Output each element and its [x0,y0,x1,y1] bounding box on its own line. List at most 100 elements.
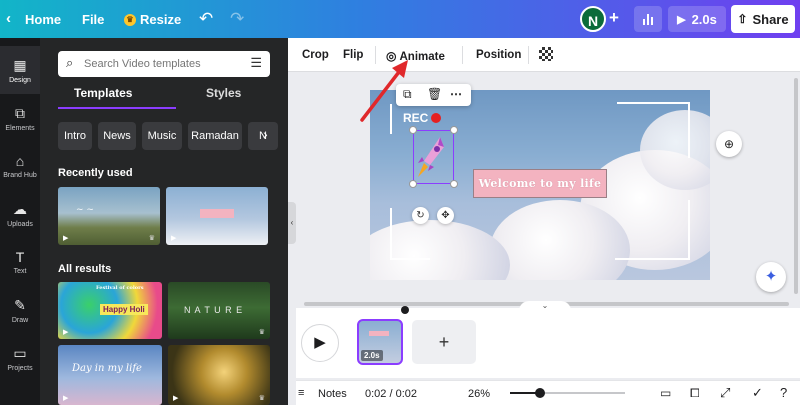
frame-corner [390,208,392,258]
rail-item-design[interactable]: ▦ Design [0,46,40,94]
chip-music[interactable]: Music [142,122,182,150]
frame-corner [617,102,689,104]
tab-styles[interactable]: Styles [206,86,241,100]
thumb-text: N A T U R E [184,305,244,315]
notes-icon[interactable]: ≡ [298,387,304,399]
template-thumb-holi[interactable]: Festival of colors Happy Holi ▶ [58,282,162,339]
resize-handle[interactable] [409,180,417,188]
template-thumb-nature[interactable]: N A T U R E ♛ [168,282,270,339]
rail-item-uploads[interactable]: ☁ Uploads [0,190,40,238]
resize-handle[interactable] [409,126,417,134]
selected-rocket-element[interactable] [413,130,454,184]
rail-item-elements[interactable]: ⧉ Elements [0,94,40,142]
insights-button[interactable] [634,6,662,32]
toolbar-divider [528,46,529,64]
add-collaborator-icon[interactable]: + [609,8,619,28]
filter-icon[interactable]: ☰ [250,55,262,71]
clip-duration: 2.0s [361,350,383,361]
rail-item-brand-hub[interactable]: ⌂ Brand Hub [0,142,40,190]
zoom-percentage[interactable]: 26% [468,388,490,400]
search-input[interactable] [84,55,244,73]
all-results-title: All results [58,263,112,275]
help-icon[interactable]: ? [780,385,787,400]
play-icon: ▶ [171,235,177,242]
add-comment-icon[interactable]: ⊕ [716,131,742,157]
avatar[interactable]: N [580,6,606,32]
collapse-panel-handle[interactable]: ‹ [288,202,296,244]
rail-item-projects[interactable]: ▭ Projects [0,334,40,382]
rail-item-label: Elements [5,124,35,132]
rail-item-label: Text [13,268,27,275]
chevron-right-icon[interactable]: › [263,126,280,146]
rail-item-label: Draw [11,316,29,324]
fullscreen-icon[interactable]: ⤢ [720,385,730,401]
chip-news[interactable]: News [98,122,136,150]
frame-corner [390,258,430,260]
play-icon: ▶ [173,395,179,402]
transparency-icon[interactable] [539,47,553,61]
frame-corner [615,258,690,260]
vertical-scrollbar[interactable] [792,72,800,300]
chip-intro[interactable]: Intro [58,122,92,150]
scrollbar-thumb[interactable] [794,78,798,294]
play-icon: ▶ [677,13,686,26]
rail-item-label: Design [9,76,31,84]
search-box[interactable]: ⌕ ☰ [58,51,270,77]
rail-item-text[interactable]: T Text [0,238,40,286]
design-icon: ▦ [13,56,27,73]
resize-handle[interactable] [450,180,458,188]
move-icon[interactable]: ✥ [437,207,454,224]
welcome-text-element[interactable]: Welcome to my life [473,169,607,198]
grid-view-icon[interactable]: ▭ [660,386,671,400]
rotate-icon[interactable]: ↻ [412,207,429,224]
play-button[interactable]: ▶ [301,324,339,362]
share-icon: ⇧ [737,12,748,26]
resize-button[interactable]: ♛ Resize [124,12,181,27]
home-button[interactable]: Home [25,12,61,27]
resize-handle[interactable] [450,126,458,134]
tab-templates[interactable]: Templates [74,86,132,100]
search-icon: ⌕ [66,55,74,70]
undo-icon[interactable]: ↶ [199,9,213,29]
check-icon[interactable]: ✓ [752,385,763,401]
delete-icon[interactable]: 🗑 [427,87,442,101]
templates-panel: ⌕ ☰ Templates Styles Intro News Music Ra… [40,38,288,405]
notes-button[interactable]: Notes [318,388,347,400]
playhead[interactable] [401,306,409,314]
template-thumb-day[interactable]: Day in my life ▶ [58,345,162,405]
left-rail: ▦ Design ⧉ Elements ⌂ Brand Hub ☁ Upload… [0,38,40,405]
uploads-icon: ☁ [13,200,27,217]
share-label: Share [752,11,789,27]
brand-hub-icon: ⌂ [15,153,25,169]
template-thumb-sunlight[interactable]: ▶ ♛ [168,345,270,405]
chip-ramadan[interactable]: Ramadan [188,122,242,150]
crown-icon: ♛ [258,395,265,402]
active-tab-indicator [58,107,176,109]
time-readout: 0:02 / 0:02 [365,388,417,400]
recent-template-thumb[interactable]: ▶ [166,187,268,245]
file-menu-button[interactable]: File [82,12,104,27]
zoom-slider-knob[interactable] [535,388,545,398]
back-chevron-icon[interactable]: ‹ [6,10,11,27]
thumb-text: Festival of colors [96,285,144,291]
projects-icon: ▭ [13,344,27,361]
play-icon: ▶ [63,395,69,402]
pages-icon[interactable]: ⧠ [690,386,700,401]
redo-icon[interactable]: ↷ [230,9,244,29]
bar-chart-icon [643,14,653,25]
play-icon: ▶ [63,235,69,242]
add-page-button[interactable]: + [412,320,476,364]
red-arrow-annotation [360,60,408,122]
frame-corner [688,200,690,258]
more-options-icon[interactable]: ⋯ [450,87,462,101]
magic-assistant-icon[interactable]: ✦ [756,262,786,292]
play-preview-button[interactable]: ▶ 2.0s [668,6,726,32]
position-button[interactable]: Position [476,49,521,61]
share-button[interactable]: ⇧ Share [731,5,795,33]
crown-icon: ♛ [124,13,136,26]
thumb-banner [200,209,234,218]
crop-button[interactable]: Crop [302,49,329,61]
rail-item-label: Uploads [7,220,33,228]
recent-template-thumb[interactable]: ~ ~ ▶ ♛ [58,187,160,245]
rail-item-draw[interactable]: ✎ Draw [0,286,40,334]
